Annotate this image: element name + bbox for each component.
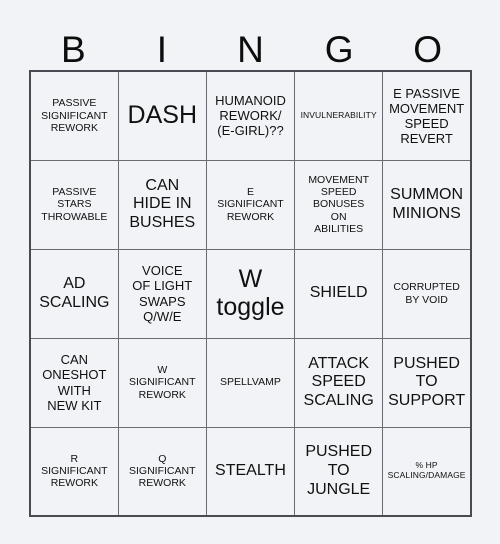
header-letter-o: O bbox=[413, 29, 443, 70]
bingo-cell[interactable]: E SIGNIFICANT REWORK bbox=[205, 159, 296, 250]
bingo-cell-label: PASSIVE SIGNIFICANT REWORK bbox=[41, 97, 108, 134]
bingo-cell-label: CAN ONESHOT WITH NEW KIT bbox=[42, 352, 107, 413]
header-letter-g: G bbox=[324, 29, 354, 70]
header-letter-n: N bbox=[237, 29, 264, 70]
bingo-cell-label: W toggle bbox=[216, 265, 285, 321]
bingo-cell-label: DASH bbox=[127, 101, 198, 129]
bingo-cell[interactable]: PUSHED TO SUPPORT bbox=[382, 337, 472, 428]
bingo-cell[interactable]: INVULNERABILITY bbox=[294, 70, 384, 161]
header-letter-b: B bbox=[60, 29, 86, 70]
bingo-cell-label: AD SCALING bbox=[39, 274, 110, 311]
bingo-cell[interactable]: PASSIVE STARS THROWABLE bbox=[29, 159, 119, 250]
bingo-cell[interactable]: CAN ONESHOT WITH NEW KIT bbox=[29, 337, 119, 428]
bingo-cell-label: VOICE OF LIGHT SWAPS Q/W/E bbox=[132, 263, 193, 324]
bingo-cell[interactable]: ATTACK SPEED SCALING bbox=[294, 337, 384, 428]
bingo-cell-label: E SIGNIFICANT REWORK bbox=[217, 186, 284, 223]
bingo-cell-label: R SIGNIFICANT REWORK bbox=[41, 452, 108, 490]
bingo-cell[interactable]: AD SCALING bbox=[29, 248, 119, 339]
bingo-row: PASSIVE SIGNIFICANT REWORK DASH HUMANOID… bbox=[29, 70, 472, 161]
bingo-cell[interactable]: PUSHED TO JUNGLE bbox=[294, 426, 384, 517]
bingo-cell-label: HUMANOID REWORK/ (E-GIRL)?? bbox=[215, 93, 286, 139]
bingo-grid: PASSIVE SIGNIFICANT REWORK DASH HUMANOID… bbox=[29, 70, 472, 517]
bingo-cell-label: % HP SCALING/DAMAGE bbox=[387, 460, 466, 481]
bingo-cell-label: MOVEMENT SPEED BONUSES ON ABILITIES bbox=[308, 174, 369, 235]
bingo-row: R SIGNIFICANT REWORK Q SIGNIFICANT REWOR… bbox=[29, 426, 472, 517]
bingo-cell-label: SPELLVAMP bbox=[220, 376, 281, 389]
bingo-cell-label: CAN HIDE IN BUSHES bbox=[129, 176, 196, 231]
bingo-cell-label: E PASSIVE MOVEMENT SPEED REVERT bbox=[389, 85, 465, 146]
bingo-cell-label: CORRUPTED BY VOID bbox=[393, 281, 460, 306]
header-letter-i: I bbox=[156, 29, 168, 70]
bingo-cell-label: PUSHED TO JUNGLE bbox=[305, 443, 372, 498]
bingo-cell[interactable]: SHIELD bbox=[294, 248, 384, 339]
bingo-cell[interactable]: CAN HIDE IN BUSHES bbox=[117, 159, 207, 250]
bingo-header: B I N G O bbox=[29, 22, 472, 70]
bingo-cell[interactable]: E PASSIVE MOVEMENT SPEED REVERT bbox=[382, 70, 472, 161]
bingo-cell-label: W SIGNIFICANT REWORK bbox=[129, 364, 196, 401]
bingo-cell[interactable]: STEALTH bbox=[205, 426, 296, 517]
bingo-cell[interactable]: MOVEMENT SPEED BONUSES ON ABILITIES bbox=[294, 159, 384, 250]
bingo-cell[interactable]: SUMMON MINIONS bbox=[382, 159, 472, 250]
bingo-cell-label: PASSIVE STARS THROWABLE bbox=[41, 186, 108, 223]
bingo-row: PASSIVE STARS THROWABLE CAN HIDE IN BUSH… bbox=[29, 159, 472, 250]
bingo-cell-label: INVULNERABILITY bbox=[300, 109, 377, 120]
bingo-cell-label: STEALTH bbox=[215, 461, 286, 479]
bingo-cell-label: SHIELD bbox=[309, 284, 368, 302]
bingo-cell[interactable]: CORRUPTED BY VOID bbox=[382, 248, 472, 339]
bingo-cell[interactable]: SPELLVAMP bbox=[205, 337, 296, 428]
bingo-cell[interactable]: DASH bbox=[117, 70, 207, 161]
bingo-cell[interactable]: VOICE OF LIGHT SWAPS Q/W/E bbox=[117, 248, 207, 339]
bingo-row: AD SCALING VOICE OF LIGHT SWAPS Q/W/E W … bbox=[29, 248, 472, 339]
bingo-cell-label: ATTACK SPEED SCALING bbox=[303, 354, 374, 409]
bingo-cell[interactable]: HUMANOID REWORK/ (E-GIRL)?? bbox=[205, 70, 296, 161]
bingo-cell[interactable]: % HP SCALING/DAMAGE bbox=[382, 426, 472, 517]
bingo-cell-label: Q SIGNIFICANT REWORK bbox=[129, 452, 196, 490]
bingo-cell-label: SUMMON MINIONS bbox=[390, 185, 464, 222]
bingo-cell-free[interactable]: W toggle bbox=[205, 248, 296, 339]
bingo-cell-label: PUSHED TO SUPPORT bbox=[388, 354, 466, 409]
bingo-cell[interactable]: W SIGNIFICANT REWORK bbox=[117, 337, 207, 428]
bingo-cell[interactable]: PASSIVE SIGNIFICANT REWORK bbox=[29, 70, 119, 161]
bingo-card: B I N G O PASSIVE SIGNIFICANT REWORK DAS… bbox=[29, 22, 472, 518]
bingo-cell[interactable]: Q SIGNIFICANT REWORK bbox=[117, 426, 207, 517]
bingo-row: CAN ONESHOT WITH NEW KIT W SIGNIFICANT R… bbox=[29, 337, 472, 428]
bingo-cell[interactable]: R SIGNIFICANT REWORK bbox=[29, 426, 119, 517]
